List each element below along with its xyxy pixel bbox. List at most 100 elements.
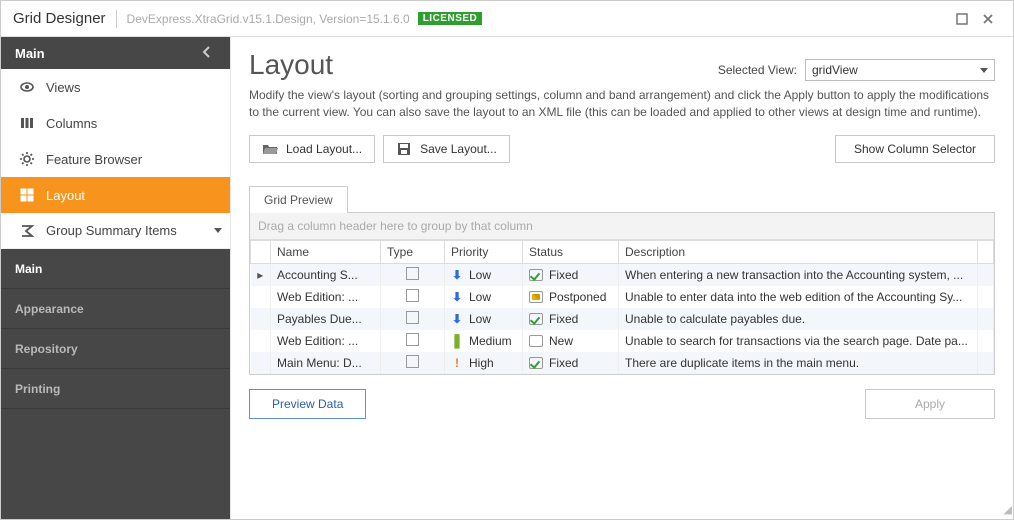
load-layout-button[interactable]: Load Layout... bbox=[249, 135, 375, 163]
cell-status[interactable]: Postponed bbox=[523, 286, 619, 308]
status-label: Fixed bbox=[549, 356, 578, 370]
show-column-selector-button[interactable]: Show Column Selector bbox=[835, 135, 995, 163]
table-row[interactable]: ▸Accounting S... ⬇Low Fixed When entering a… bbox=[251, 263, 994, 286]
accordion-printing[interactable]: Printing bbox=[1, 369, 230, 409]
scrollbar-gutter-cell bbox=[978, 330, 994, 352]
cell-priority[interactable]: ⬇Low bbox=[445, 286, 523, 308]
table-row[interactable]: Web Edition: ... ⬇LowPostponedUnable to e… bbox=[251, 286, 994, 308]
cell-description[interactable]: Unable to enter data into the web editio… bbox=[619, 286, 978, 308]
accordion-label: Printing bbox=[15, 382, 60, 396]
row-indicator bbox=[251, 308, 271, 330]
priority-label: High bbox=[469, 356, 494, 370]
maximize-button[interactable] bbox=[949, 8, 975, 30]
sidebar-section-label: Main bbox=[15, 46, 45, 61]
cell-description[interactable]: Unable to search for transactions via th… bbox=[619, 330, 978, 352]
cell-type[interactable] bbox=[381, 352, 445, 374]
page-title: Layout bbox=[249, 49, 333, 81]
row-indicator bbox=[251, 352, 271, 374]
sidebar-accordion: Main Appearance Repository Printing bbox=[1, 249, 230, 519]
priority-label: Low bbox=[469, 312, 491, 326]
tab-grid-preview[interactable]: Grid Preview bbox=[249, 186, 348, 213]
cell-priority[interactable]: ⬇Low bbox=[445, 263, 523, 286]
columns-icon bbox=[18, 115, 36, 131]
selected-view-value: gridView bbox=[812, 63, 858, 77]
col-header-status[interactable]: Status bbox=[523, 240, 619, 263]
sidebar-item-label: Group Summary Items bbox=[46, 223, 177, 238]
checkbox-icon[interactable] bbox=[406, 333, 419, 346]
sidebar-section-main[interactable]: Main bbox=[1, 37, 230, 69]
sidebar-item-feature-browser[interactable]: Feature Browser bbox=[1, 141, 230, 177]
chevron-down-icon bbox=[980, 68, 988, 73]
cell-description[interactable]: There are duplicate items in the main me… bbox=[619, 352, 978, 374]
cell-name[interactable]: Accounting S... bbox=[271, 263, 381, 286]
checkbox-icon[interactable] bbox=[406, 311, 419, 324]
sidebar-item-layout[interactable]: Layout bbox=[1, 177, 230, 213]
cell-type[interactable] bbox=[381, 263, 445, 286]
close-button[interactable] bbox=[975, 8, 1001, 30]
grid-designer-window: Grid Designer DevExpress.XtraGrid.v15.1.… bbox=[0, 0, 1014, 520]
cell-priority[interactable]: ⬇Low bbox=[445, 308, 523, 330]
status-fixed-icon bbox=[529, 357, 543, 369]
table-row[interactable]: Main Menu: D... !High Fixed There are dupli… bbox=[251, 352, 994, 374]
collapse-icon[interactable] bbox=[200, 46, 216, 61]
col-header-description[interactable]: Description bbox=[619, 240, 978, 263]
cell-name[interactable]: Web Edition: ... bbox=[271, 330, 381, 352]
accordion-main[interactable]: Main bbox=[1, 249, 230, 289]
cell-description[interactable]: Unable to calculate payables due. bbox=[619, 308, 978, 330]
selected-view-dropdown[interactable]: gridView bbox=[805, 59, 995, 81]
table-row[interactable]: Payables Due... ⬇LowFixedUnable to calcul… bbox=[251, 308, 994, 330]
sidebar-item-label: Columns bbox=[46, 116, 97, 131]
preview-data-button[interactable]: Preview Data bbox=[249, 389, 366, 419]
main-panel: Layout Selected View: gridView Modify th… bbox=[231, 37, 1013, 519]
status-new-icon bbox=[529, 335, 543, 347]
checkbox-icon[interactable] bbox=[406, 355, 419, 368]
tab-label: Grid Preview bbox=[264, 193, 333, 207]
selected-view-group: Selected View: gridView bbox=[718, 59, 995, 81]
row-indicator: ▸ bbox=[251, 263, 271, 286]
folder-open-icon bbox=[262, 141, 278, 157]
col-header-name[interactable]: Name bbox=[271, 240, 381, 263]
cell-status[interactable]: Fixed bbox=[523, 308, 619, 330]
col-header-priority[interactable]: Priority bbox=[445, 240, 523, 263]
sidebar-item-views[interactable]: Views bbox=[1, 69, 230, 105]
button-label: Show Column Selector bbox=[854, 142, 976, 156]
eye-icon bbox=[18, 79, 36, 95]
checkbox-icon[interactable] bbox=[406, 267, 419, 280]
cell-type[interactable] bbox=[381, 308, 445, 330]
page-description: Modify the view's layout (sorting and gr… bbox=[249, 87, 995, 121]
row-indicator bbox=[251, 286, 271, 308]
button-label: Load Layout... bbox=[286, 142, 362, 156]
cell-type[interactable] bbox=[381, 330, 445, 352]
cell-priority[interactable]: ❚Medium bbox=[445, 330, 523, 352]
cell-priority[interactable]: !High bbox=[445, 352, 523, 374]
sidebar-tree: Views Columns Feature Browser Layout Gro… bbox=[1, 69, 230, 249]
sidebar-item-group-summary[interactable]: Group Summary Items bbox=[1, 213, 230, 249]
sidebar-item-label: Layout bbox=[46, 188, 85, 203]
group-panel-hint[interactable]: Drag a column header here to group by th… bbox=[250, 213, 994, 240]
sidebar: Main Views Columns Feature Browser bbox=[1, 37, 231, 519]
cell-name[interactable]: Main Menu: D... bbox=[271, 352, 381, 374]
layout-icon bbox=[18, 187, 36, 203]
cell-type[interactable] bbox=[381, 286, 445, 308]
priority-low-icon: ⬇ bbox=[451, 291, 463, 303]
sidebar-item-columns[interactable]: Columns bbox=[1, 105, 230, 141]
cell-description[interactable]: When entering a new transaction into the… bbox=[619, 263, 978, 286]
apply-button[interactable]: Apply bbox=[865, 389, 995, 419]
cell-status[interactable]: Fixed bbox=[523, 352, 619, 374]
save-layout-button[interactable]: Save Layout... bbox=[383, 135, 510, 163]
checkbox-icon[interactable] bbox=[406, 289, 419, 302]
priority-label: Low bbox=[469, 268, 491, 282]
table-row[interactable]: Web Edition: ... ❚MediumNewUnable to sear… bbox=[251, 330, 994, 352]
cell-status[interactable]: New bbox=[523, 330, 619, 352]
accordion-repository[interactable]: Repository bbox=[1, 329, 230, 369]
cell-name[interactable]: Web Edition: ... bbox=[271, 286, 381, 308]
cell-name[interactable]: Payables Due... bbox=[271, 308, 381, 330]
cell-status[interactable]: Fixed bbox=[523, 263, 619, 286]
button-label: Save Layout... bbox=[420, 142, 497, 156]
resize-grip[interactable]: ◢ bbox=[1004, 503, 1009, 516]
scrollbar-gutter bbox=[978, 240, 994, 263]
col-header-type[interactable]: Type bbox=[381, 240, 445, 263]
status-label: Fixed bbox=[549, 268, 578, 282]
close-icon bbox=[982, 13, 994, 25]
accordion-appearance[interactable]: Appearance bbox=[1, 289, 230, 329]
